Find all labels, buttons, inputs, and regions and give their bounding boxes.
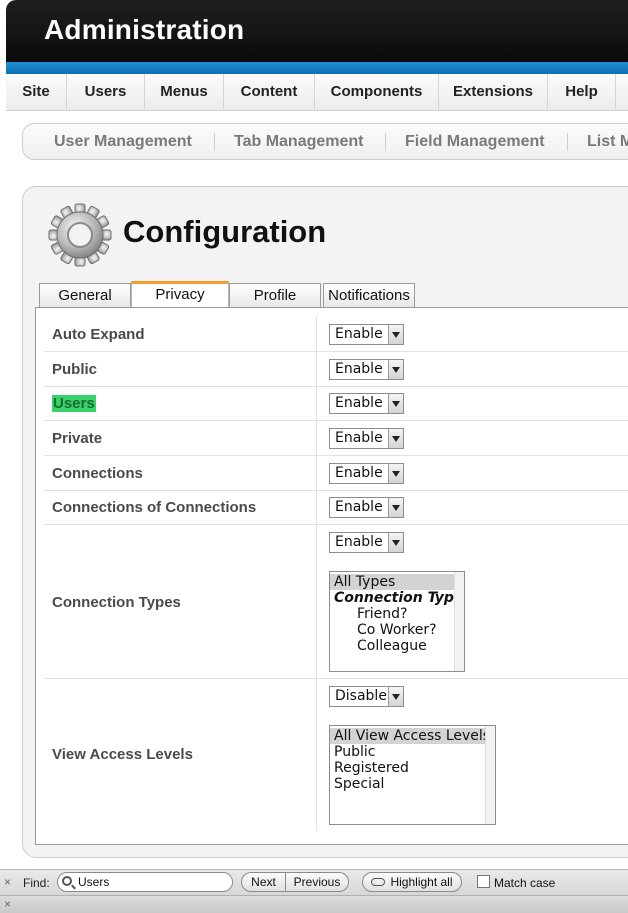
- dropdown-arrow-icon: [388, 687, 403, 706]
- users-label: Users: [52, 395, 96, 412]
- highlight-all-label: Highlight all: [390, 875, 453, 889]
- public-select[interactable]: Enable: [329, 359, 404, 380]
- page-title: Configuration: [123, 214, 327, 249]
- highlight-icon: [371, 877, 386, 886]
- status-bar: ×: [0, 895, 628, 913]
- select-value: Enable: [335, 361, 383, 377]
- auto-expand-select[interactable]: Enable: [329, 324, 404, 345]
- tab-notifications[interactable]: Notifications: [323, 283, 415, 308]
- submenu-item-field-management[interactable]: Field Management: [405, 124, 545, 159]
- connections-of-connections-label: Connections of Connections: [52, 499, 257, 516]
- listbox-option[interactable]: Public: [330, 744, 375, 760]
- select-value: Enable: [335, 465, 383, 481]
- select-value: Disable: [335, 688, 387, 704]
- menu-item-users[interactable]: Users: [67, 74, 145, 111]
- select-value: Enable: [335, 326, 383, 342]
- admin-header: Administration: [6, 0, 628, 66]
- menu-item-extensions[interactable]: Extensions: [439, 74, 548, 111]
- listbox-option[interactable]: Colleague: [330, 638, 427, 654]
- view-access-levels-label: View Access Levels: [52, 746, 193, 763]
- public-label: Public: [52, 361, 98, 378]
- tab-profile[interactable]: Profile: [229, 283, 321, 308]
- submenu-divider: [567, 133, 568, 151]
- connections-label: Connections: [52, 465, 143, 482]
- tab-privacy[interactable]: Privacy: [131, 281, 229, 309]
- dropdown-arrow-icon: [388, 498, 403, 517]
- submenu-item-user-management[interactable]: User Management: [54, 124, 192, 159]
- listbox-option[interactable]: Co Worker?: [330, 622, 437, 638]
- private-select[interactable]: Enable: [329, 428, 404, 449]
- connection-types-label: Connection Types: [52, 594, 181, 611]
- dropdown-arrow-icon: [388, 429, 403, 448]
- gear-icon: [48, 203, 112, 267]
- close-icon[interactable]: ×: [4, 897, 11, 911]
- main-menu: Site Users Menus Content Components Exte…: [6, 74, 628, 111]
- select-value: Enable: [335, 395, 383, 411]
- submenu-item-tab-management[interactable]: Tab Management: [234, 124, 364, 159]
- search-icon: [62, 876, 72, 886]
- find-query: Users: [78, 875, 110, 889]
- menu-item-content[interactable]: Content: [224, 74, 315, 111]
- users-select[interactable]: Enable: [329, 393, 404, 414]
- connection-types-listbox[interactable]: All Types Connection Types Friend? Co Wo…: [329, 571, 465, 672]
- find-label: Find:: [23, 876, 50, 890]
- connections-of-connections-select[interactable]: Enable: [329, 497, 404, 518]
- match-case-label: Match case: [494, 876, 556, 890]
- find-input[interactable]: Users: [57, 872, 233, 892]
- submenu-divider: [214, 133, 215, 151]
- tab-general[interactable]: General: [39, 283, 131, 308]
- select-value: Enable: [335, 534, 383, 550]
- connection-types-select[interactable]: Enable: [329, 532, 404, 553]
- listbox-optgroup: Connection Types: [334, 590, 465, 606]
- auto-expand-label: Auto Expand: [52, 326, 145, 343]
- dropdown-arrow-icon: [388, 533, 403, 552]
- dropdown-arrow-icon: [388, 464, 403, 483]
- dropdown-arrow-icon: [388, 360, 403, 379]
- listbox-option[interactable]: Special: [330, 776, 384, 792]
- highlight-all-button[interactable]: Highlight all: [362, 872, 462, 892]
- close-icon[interactable]: ×: [4, 875, 11, 889]
- view-access-levels-select[interactable]: Disable: [329, 686, 404, 707]
- dropdown-arrow-icon: [388, 394, 403, 413]
- match-case-checkbox[interactable]: [477, 875, 490, 888]
- listbox-scrollbar[interactable]: [454, 572, 464, 671]
- private-label: Private: [52, 430, 103, 447]
- submenu-item-list-management[interactable]: List M: [587, 124, 628, 159]
- header-accent-stripe: [6, 62, 628, 74]
- admin-page: Administration Site Users Menus Content …: [0, 0, 628, 913]
- listbox-option[interactable]: Registered: [330, 760, 409, 776]
- view-access-levels-listbox[interactable]: All View Access Levels Public Registered…: [329, 725, 496, 825]
- dropdown-arrow-icon: [388, 325, 403, 344]
- listbox-scrollbar[interactable]: [485, 726, 495, 824]
- sub-menu: User Management Tab Management Field Man…: [22, 123, 628, 160]
- menu-item-components[interactable]: Components: [315, 74, 439, 111]
- menu-item-site[interactable]: Site: [6, 74, 67, 111]
- find-next-button[interactable]: Next: [241, 872, 286, 892]
- select-value: Enable: [335, 499, 383, 515]
- listbox-option[interactable]: Friend?: [330, 606, 407, 622]
- connections-select[interactable]: Enable: [329, 463, 404, 484]
- listbox-option[interactable]: All Types: [330, 574, 454, 590]
- menu-item-help[interactable]: Help: [548, 74, 616, 111]
- submenu-divider: [385, 133, 386, 151]
- listbox-option[interactable]: All View Access Levels: [330, 728, 490, 744]
- header-title: Administration: [44, 14, 245, 45]
- menu-item-menus[interactable]: Menus: [145, 74, 224, 111]
- select-value: Enable: [335, 430, 383, 446]
- find-previous-button[interactable]: Previous: [286, 872, 349, 892]
